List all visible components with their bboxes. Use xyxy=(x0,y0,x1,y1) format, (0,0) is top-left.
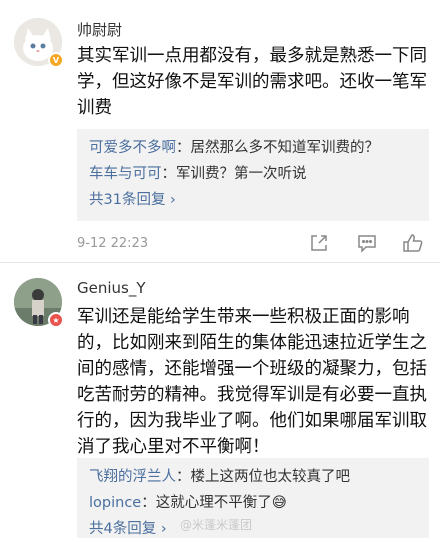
reply-item: 车车与可可：军训费？第一次听说 xyxy=(89,161,417,187)
reply-text: ：楼上这两位也太较真了吧 xyxy=(176,469,350,485)
watermark: @米蓬米蓬团 xyxy=(180,518,253,532)
comment-item: V 帅尉尉 其实军训一点用都没有，最多就是熟悉一下同学，但这好像不是军训的需求吧… xyxy=(0,0,440,262)
verified-badge-icon: ★ xyxy=(48,312,64,328)
comment-text: 军训还是能给学生带来一些积极正面的影响的，比如刚来到陌生的集体能迅速拉近学生之间… xyxy=(77,307,427,457)
reply-text: ：这就心理不平衡了😅 xyxy=(141,495,287,511)
comment-footer: 9-12 22:23 xyxy=(77,232,429,258)
verified-badge-icon: V xyxy=(48,52,64,68)
comment-text: 其实军训一点用都没有，最多就是熟悉一下同学，但这好像不是军训的需求吧。还收一笔军… xyxy=(77,46,427,118)
reply-item: lopince：这就心理不平衡了😅 xyxy=(89,490,417,516)
timestamp: 9-12 22:23 xyxy=(77,236,149,251)
like-icon[interactable] xyxy=(402,232,424,254)
comment-item: ★ Genius_Y 军训还是能给学生带来一些积极正面的影响的，比如刚来到陌生的… xyxy=(0,262,440,538)
comment-icon[interactable] xyxy=(356,232,378,254)
reply-item: 可爱多不多啊：居然那么多不知道军训费的？ xyxy=(89,135,417,161)
reply-text: ：军训费？第一次听说 xyxy=(161,166,307,182)
reply-username[interactable]: 可爱多不多啊 xyxy=(89,140,176,156)
reply-box[interactable]: 飞翔的浮兰人：楼上这两位也太较真了吧 lopince：这就心理不平衡了😅 共4条… xyxy=(77,458,429,538)
more-replies-link[interactable]: 共4条回复 › xyxy=(89,516,417,542)
username[interactable]: Genius_Y xyxy=(77,279,146,297)
reply-text: ：居然那么多不知道军训费的？ xyxy=(176,140,379,156)
reply-username[interactable]: lopince xyxy=(89,495,141,511)
more-replies-link[interactable]: 共31条回复 › xyxy=(89,187,417,213)
reply-box[interactable]: 可爱多不多啊：居然那么多不知道军训费的？ 车车与可可：军训费？第一次听说 共31… xyxy=(77,129,429,221)
reply-item: 飞翔的浮兰人：楼上这两位也太较真了吧 xyxy=(89,464,417,490)
username[interactable]: 帅尉尉 xyxy=(77,19,122,40)
reply-username[interactable]: 飞翔的浮兰人 xyxy=(89,469,176,485)
share-icon[interactable] xyxy=(308,232,330,254)
reply-username[interactable]: 车车与可可 xyxy=(89,166,162,182)
